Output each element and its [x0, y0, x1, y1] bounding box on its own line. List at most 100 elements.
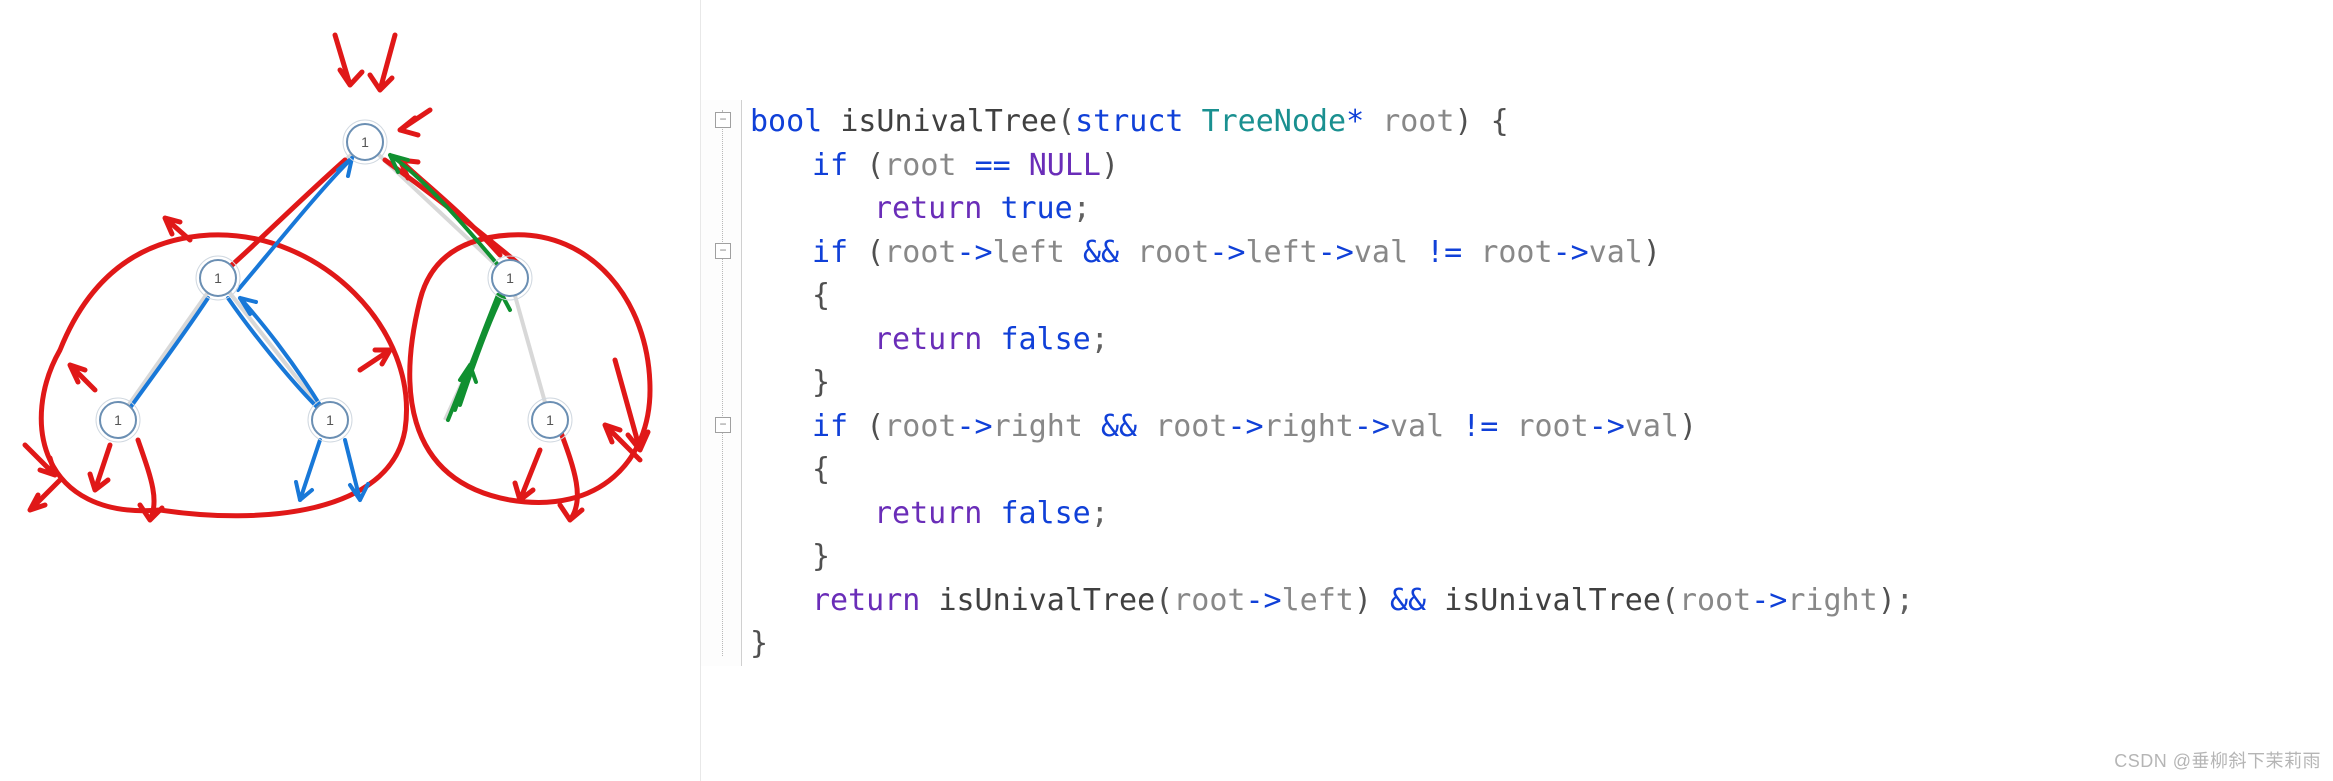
code-token: isUnivalTree [840, 104, 1057, 139]
code-token: } [812, 365, 830, 400]
code-line: if (root == NULL) [750, 144, 1914, 188]
code-token: -> [957, 409, 993, 444]
code-token: ( [866, 148, 884, 183]
code-token: ) [1454, 104, 1472, 139]
code-token: root [1173, 583, 1245, 618]
code-token: { [812, 278, 830, 313]
fold-toggle[interactable]: − [715, 243, 731, 259]
tree-node-value: 1 [326, 412, 334, 428]
code-token: struct [1075, 104, 1183, 139]
code-token [1426, 583, 1444, 618]
code-lines: bool isUnivalTree(struct TreeNode* root)… [742, 100, 1914, 666]
code-token [1083, 409, 1101, 444]
code-token [1184, 104, 1202, 139]
code-token: right [1787, 583, 1877, 618]
code-token: && [1083, 235, 1119, 270]
code-token: ; [1091, 496, 1109, 531]
tree-diagram-panel: 1 1 1 1 1 1 [0, 0, 700, 781]
code-token: -> [957, 235, 993, 270]
code-token: ; [1091, 322, 1109, 357]
code-token: -> [1751, 583, 1787, 618]
tree-node-value: 1 [114, 412, 122, 428]
code-token: val [1354, 235, 1408, 270]
code-token: root [1679, 583, 1751, 618]
code-token: left [1246, 235, 1318, 270]
code-line: return true; [750, 187, 1914, 231]
code-token: && [1101, 409, 1137, 444]
code-token: ) [1679, 409, 1697, 444]
code-token: ( [866, 235, 884, 270]
code-token: isUnivalTree [938, 583, 1155, 618]
code-line: bool isUnivalTree(struct TreeNode* root)… [750, 100, 1914, 144]
tree-node-value: 1 [214, 270, 222, 286]
code-token [848, 409, 866, 444]
code-token: -> [1246, 583, 1282, 618]
code-token: != [1426, 235, 1462, 270]
code-token: isUnivalTree [1444, 583, 1661, 618]
code-token: return [874, 496, 982, 531]
code-token [1364, 104, 1382, 139]
code-token [1119, 235, 1137, 270]
code-token [1372, 583, 1390, 618]
code-line: { [750, 274, 1914, 318]
code-token: -> [1354, 409, 1390, 444]
code-token [822, 104, 840, 139]
code-token [1498, 409, 1516, 444]
code-token: return [874, 191, 982, 226]
code-token: root [1155, 409, 1227, 444]
code-token: TreeNode [1202, 104, 1347, 139]
code-token [982, 496, 1000, 531]
fold-toggle[interactable]: − [715, 112, 731, 128]
code-editor-panel: − − − bool isUnivalTree(struct TreeNode* r… [700, 0, 2333, 781]
code-token [1137, 409, 1155, 444]
code-token: root [1516, 409, 1588, 444]
page-container: 1 1 1 1 1 1 − − − bool isUnivalTree(struct Tree… [0, 0, 2333, 781]
code-line: } [750, 361, 1914, 405]
code-token: ) [1101, 148, 1119, 183]
code-token [1444, 409, 1462, 444]
code-token: -> [1553, 235, 1589, 270]
code-line: { [750, 448, 1914, 492]
code-token: root [1480, 235, 1552, 270]
code-token: val [1589, 235, 1643, 270]
code-token: NULL [1029, 148, 1101, 183]
code-token: root [884, 235, 956, 270]
code-token [1473, 104, 1491, 139]
code-line: if (root->right && root->right->val != r… [750, 405, 1914, 449]
tree-node-value: 1 [546, 412, 554, 428]
code-token: ( [1155, 583, 1173, 618]
code-token [1462, 235, 1480, 270]
code-token: -> [1227, 409, 1263, 444]
fold-toggle[interactable]: − [715, 417, 731, 433]
code-token: } [750, 626, 768, 661]
tree-svg: 1 1 1 1 1 1 [0, 0, 700, 781]
code-line: } [750, 535, 1914, 579]
code-token: * [1346, 104, 1364, 139]
code-token [848, 148, 866, 183]
code-token: ( [866, 409, 884, 444]
code-token: != [1462, 409, 1498, 444]
code-token: right [1264, 409, 1354, 444]
tree-node-value: 1 [361, 134, 369, 150]
code-token: { [1491, 104, 1509, 139]
code-gutter: − − − [701, 100, 742, 666]
code-token: left [1282, 583, 1354, 618]
code-token [1408, 235, 1426, 270]
code-token: false [1000, 496, 1090, 531]
code-token [1065, 235, 1083, 270]
code-token [848, 235, 866, 270]
code-token [920, 583, 938, 618]
code-token: -> [1318, 235, 1354, 270]
code-token: ; [1896, 583, 1914, 618]
code-line: return false; [750, 318, 1914, 362]
code-token [982, 322, 1000, 357]
code-token: val [1625, 409, 1679, 444]
tree-node-value: 1 [506, 270, 514, 286]
tree-edges [118, 142, 550, 420]
code-line: return false; [750, 492, 1914, 536]
code-area: − − − bool isUnivalTree(struct TreeNode* r… [701, 100, 2333, 666]
code-token: true [1000, 191, 1072, 226]
code-token: left [993, 235, 1065, 270]
code-token: { [812, 452, 830, 487]
code-token: && [1390, 583, 1426, 618]
